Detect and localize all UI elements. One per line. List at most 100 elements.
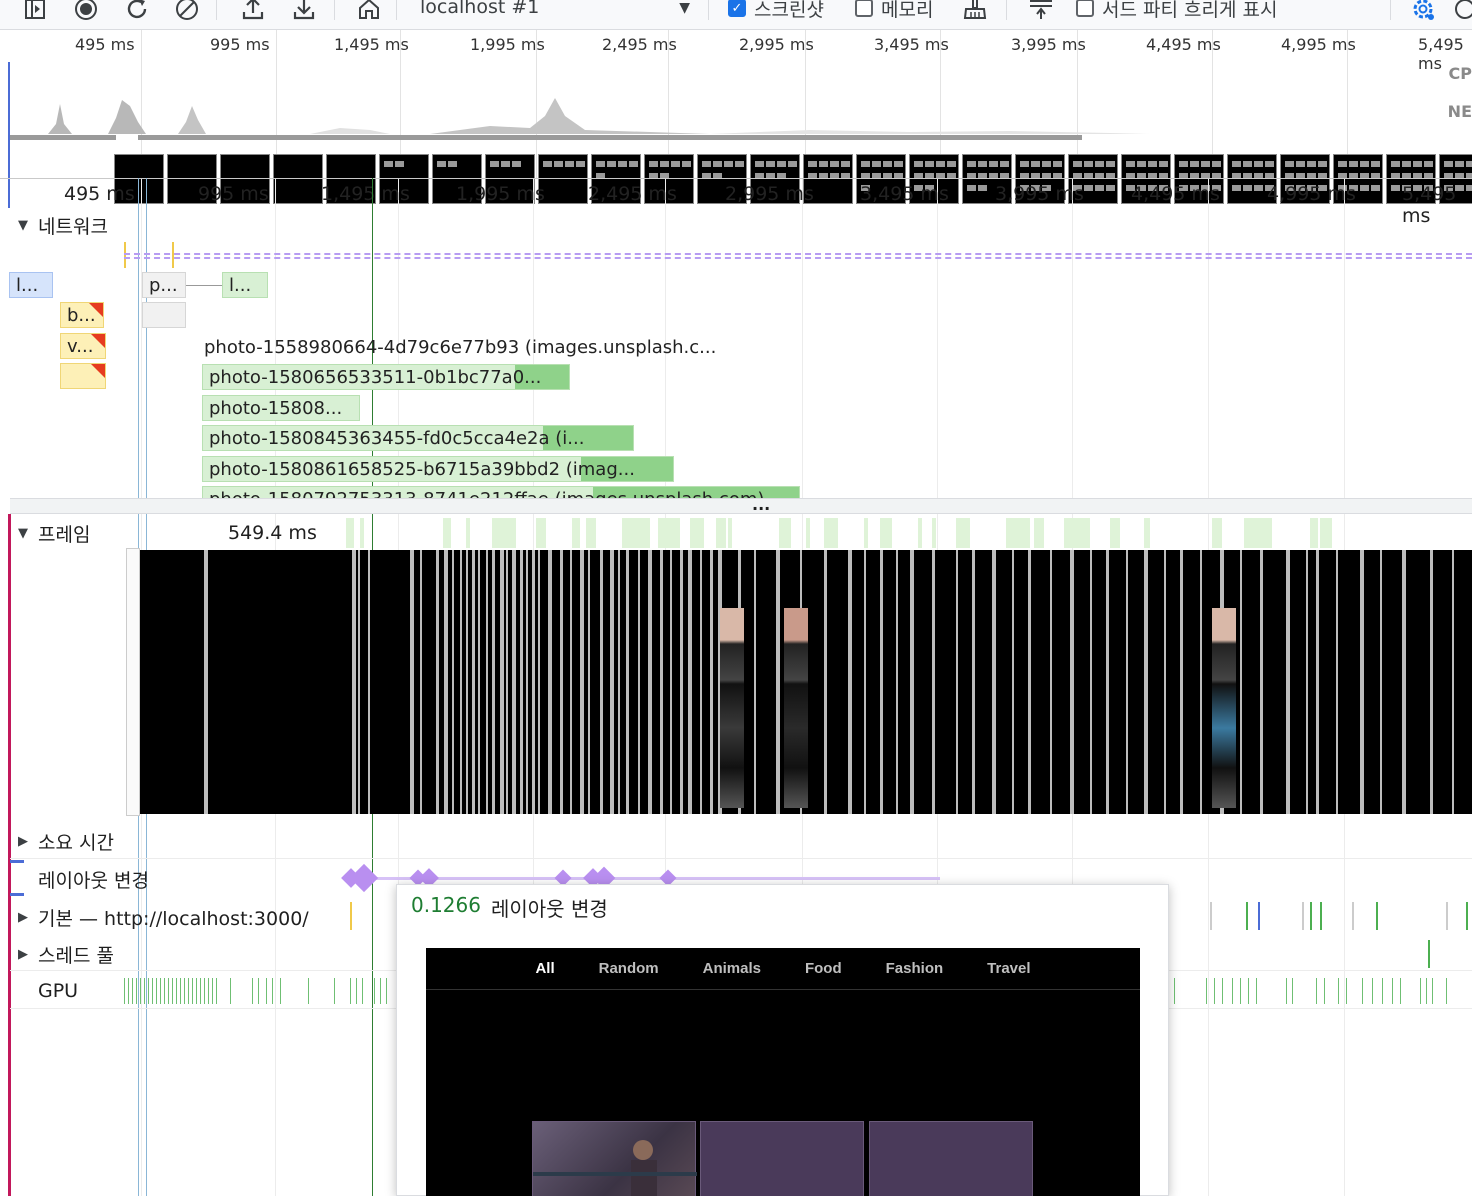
- memory-checkbox[interactable]: 메모리: [855, 0, 933, 21]
- frame-timing-tick: [658, 518, 680, 548]
- frames-track-header[interactable]: ▼ 프레임: [18, 520, 90, 547]
- garbage-collect-icon[interactable]: [962, 0, 988, 22]
- frame-separator: [600, 550, 603, 814]
- network-request[interactable]: photo-15808...: [202, 395, 360, 421]
- frame-timing-tick: [824, 518, 838, 548]
- frame-separator: [460, 550, 462, 814]
- frame-separator: [688, 550, 692, 814]
- screenshot-checkbox[interactable]: ✓ 스크린샷: [728, 0, 824, 21]
- popover-title: 0.1266 레이아웃 변경: [411, 893, 608, 922]
- frame-separator: [910, 550, 914, 814]
- frame-timing-tick: [932, 518, 936, 548]
- gpu-mark: [1420, 978, 1421, 1004]
- warning-corner-icon: [91, 364, 105, 378]
- layout-shifts-track-header[interactable]: 레이아웃 변경: [38, 866, 149, 893]
- nav-item-all: All: [535, 960, 555, 977]
- ruler-time-label: 2,995 ms: [725, 183, 814, 205]
- gpu-mark: [216, 978, 217, 1004]
- main-thread-track-header[interactable]: ▶ 기본 — http://localhost:3000/: [18, 904, 309, 931]
- gpu-mark: [1256, 978, 1257, 1004]
- frame-timing-tick: [1110, 518, 1120, 548]
- network-request[interactable]: [142, 302, 186, 328]
- main-thread-mark: [1210, 902, 1212, 930]
- frame-separator: [420, 550, 422, 814]
- screenshot-label: 스크린샷: [754, 0, 824, 21]
- frame-separator: [618, 550, 620, 814]
- frames-filmstrip[interactable]: [140, 550, 1472, 814]
- timeline-overview[interactable]: 495 ms 995 ms 1,495 ms 1,995 ms 2,495 ms 2,99…: [0, 30, 1472, 208]
- network-track-header[interactable]: ▼ 네트워크: [18, 212, 108, 239]
- frame-timing-tick: [918, 518, 922, 548]
- frame-separator: [478, 550, 480, 814]
- toggle-sidebar-icon[interactable]: [22, 0, 48, 22]
- thread-pool-track-header[interactable]: ▶ 스레드 풀: [18, 941, 114, 968]
- warning-corner-icon: [89, 303, 103, 317]
- third-party-checkbox[interactable]: 서드 파티 흐리게 표시: [1076, 0, 1278, 21]
- record-icon[interactable]: [73, 0, 99, 22]
- network-request[interactable]: v...: [60, 333, 106, 359]
- frame-separator: [610, 550, 614, 814]
- network-request[interactable]: photo-1580845363455-fd0c5cca4e2a (i...: [202, 425, 634, 451]
- gpu-mark: [1286, 978, 1287, 1004]
- gpu-mark: [252, 978, 253, 1004]
- frame-separator: [776, 550, 780, 814]
- gpu-track-header[interactable]: GPU: [38, 980, 78, 1002]
- frame-separator: [512, 550, 516, 814]
- reload-record-icon[interactable]: [124, 0, 150, 22]
- frame-separator: [1402, 550, 1406, 814]
- gpu-mark: [350, 978, 351, 1004]
- gpu-mark: [280, 978, 281, 1004]
- upload-icon[interactable]: [240, 0, 266, 22]
- frame-separator: [410, 550, 414, 814]
- gpu-mark: [212, 978, 213, 1004]
- network-request[interactable]: l...: [222, 272, 268, 298]
- clear-icon[interactable]: [174, 0, 200, 22]
- gpu-mark: [1316, 978, 1317, 1004]
- gpu-mark: [1248, 978, 1249, 1004]
- gpu-mark: [196, 978, 197, 1004]
- ruler-time-label: 2,495 ms: [588, 183, 677, 205]
- third-party-label: 서드 파티 흐리게 표시: [1102, 0, 1278, 21]
- ruler-time-label: 5,495 ms: [1402, 183, 1457, 227]
- network-request-clipped[interactable]: photo-1580792753313-8741e212ffae (images…: [202, 486, 800, 498]
- network-request[interactable]: photo-1580656533511-0b1bc77a0...: [202, 364, 570, 390]
- network-request[interactable]: [60, 363, 106, 389]
- checkbox-box: [1076, 0, 1094, 17]
- cpu-activity-chart: [48, 98, 1150, 134]
- frame-separator: [710, 550, 713, 814]
- frame-thumbnail: [1212, 608, 1236, 808]
- main-thread-mark: [1466, 902, 1468, 930]
- frame-separator: [560, 550, 563, 814]
- overview-time-label: 2,995 ms: [739, 35, 814, 54]
- network-throttle-icon[interactable]: [1028, 0, 1054, 22]
- frame-timing-tick: [536, 518, 546, 548]
- overview-time-label: 3,495 ms: [874, 35, 949, 54]
- frame-timing-tick: [1310, 518, 1318, 548]
- network-request[interactable]: p...: [142, 272, 186, 298]
- frame-separator: [896, 550, 898, 814]
- frame-timing-tick: [500, 518, 512, 548]
- frame-separator: [972, 550, 975, 814]
- download-icon[interactable]: [291, 0, 317, 22]
- settings-gear-icon[interactable]: [1410, 0, 1436, 22]
- checkmark-icon: ✓: [728, 0, 746, 17]
- frame-separator: [864, 550, 866, 814]
- frame-timing-tick: [443, 518, 451, 548]
- frame-separator: [538, 550, 540, 814]
- main-thread-mark: [1310, 902, 1312, 930]
- ruler-time-label: 1,495 ms: [321, 183, 410, 205]
- main-thread-mark: [1352, 902, 1354, 930]
- track-resize-handle[interactable]: ...: [10, 495, 1472, 514]
- network-request[interactable]: b...: [60, 302, 104, 328]
- timings-track-header[interactable]: ▶ 소요 시간: [18, 828, 114, 855]
- target-select[interactable]: localhost #1 ▼: [408, 0, 698, 20]
- more-options-icon[interactable]: [1452, 0, 1472, 22]
- frame-separator: [368, 550, 370, 814]
- home-icon[interactable]: [356, 0, 382, 22]
- layout-shift-marker[interactable]: [349, 863, 379, 893]
- network-request[interactable]: photo-1558980664-4d79c6e77b93 (images.un…: [198, 334, 768, 360]
- frame-separator: [1200, 550, 1202, 814]
- network-request[interactable]: l...: [9, 272, 53, 298]
- network-request[interactable]: photo-1580861658525-b6715a39bbd2 (imag..…: [202, 456, 674, 482]
- gpu-mark: [172, 978, 173, 1004]
